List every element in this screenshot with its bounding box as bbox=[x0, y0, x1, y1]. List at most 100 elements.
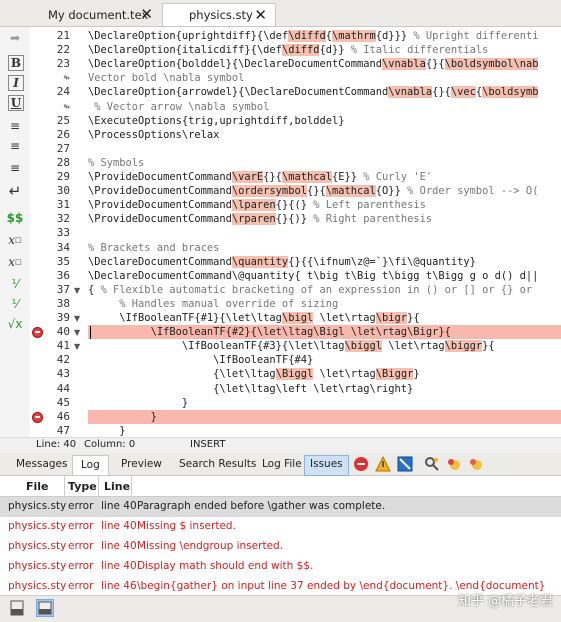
error-marker-bar bbox=[35, 331, 40, 334]
column-header-file[interactable]: File bbox=[26, 480, 49, 493]
fold-toggle-icon[interactable]: ▼ bbox=[74, 328, 80, 337]
tab-label: My document.tex bbox=[48, 7, 149, 22]
align-left-icon[interactable]: ≡ bbox=[5, 117, 25, 135]
tab-search-results[interactable]: Search Results bbox=[179, 458, 256, 470]
code-line[interactable]: \DeclareDocumentCommand\@quantity{ t\big… bbox=[88, 269, 538, 283]
code-line[interactable]: \IfBooleanTF{#4} bbox=[88, 353, 313, 367]
code-text: {O}} bbox=[375, 185, 408, 198]
code-text: } bbox=[181, 396, 189, 409]
code-text: {E}} bbox=[332, 171, 364, 183]
align-center-icon[interactable]: ≡ bbox=[5, 137, 25, 155]
error-marker-icon[interactable] bbox=[32, 411, 43, 423]
code-line[interactable]: {\let\ltag\Biggl \let\rtag\Biggr} bbox=[88, 367, 420, 381]
line-number: 27 bbox=[56, 141, 70, 155]
newline-icon[interactable]: ↵ bbox=[5, 182, 25, 200]
subscript-icon[interactable]: x □ bbox=[5, 231, 25, 249]
code-line[interactable]: \DeclareOption{italicdiff}{\def\diffd{d}… bbox=[88, 43, 488, 57]
code-line[interactable]: % Brackets and braces bbox=[88, 241, 219, 255]
issues-toggle[interactable]: Issues bbox=[304, 455, 349, 476]
close-icon[interactable]: ✕ bbox=[254, 6, 267, 24]
code-line[interactable]: \ProvideDocumentCommand\ordersymbol{}{\m… bbox=[88, 184, 538, 198]
fold-toggle-icon[interactable]: ▼ bbox=[74, 342, 80, 351]
code-text: \DeclareOption{italicdiff}{\def bbox=[88, 44, 282, 57]
underline-icon[interactable]: U bbox=[8, 95, 24, 111]
tab-my-document[interactable]: My document.tex ✕ bbox=[38, 3, 161, 26]
code-line[interactable]: \ProvideDocumentCommand\varE{}{\mathcal{… bbox=[88, 170, 432, 184]
line-number: 24 bbox=[56, 85, 70, 99]
code-line[interactable]: } bbox=[88, 396, 188, 410]
highlighted-token: \varE bbox=[231, 171, 264, 183]
code-line[interactable]: } bbox=[88, 410, 157, 424]
align-right-icon[interactable]: ≡ bbox=[5, 159, 25, 177]
code-line[interactable]: } bbox=[88, 424, 125, 437]
code-editor[interactable]: \DeclareOption{uprightdiff}{\def\diffd{\… bbox=[88, 27, 561, 437]
structure-panel-icon[interactable] bbox=[10, 600, 24, 616]
cell-line: line 46 bbox=[101, 580, 137, 592]
code-line[interactable]: \DeclareOption{bolddel}{\DeclareDocument… bbox=[88, 57, 539, 71]
fraction-icon[interactable]: ⅟ bbox=[5, 275, 25, 293]
line-number: 45 bbox=[56, 395, 70, 409]
tab-preview[interactable]: Preview bbox=[121, 458, 162, 470]
code-line[interactable]: { % Flexible automatic bracketing of an … bbox=[88, 283, 532, 297]
arrow-right-icon[interactable]: ➡ bbox=[5, 29, 25, 47]
italic-icon[interactable]: I bbox=[8, 75, 24, 91]
tab-log[interactable]: Log bbox=[72, 455, 109, 475]
code-comment: % Upright differenti bbox=[413, 30, 539, 42]
table-row[interactable]: physics.sty error line 40 Missing \endgroup… bbox=[0, 537, 561, 557]
messages-panel-icon[interactable] bbox=[36, 599, 54, 617]
log-file-toggle[interactable]: Log File bbox=[262, 458, 302, 470]
line-number: 42 bbox=[56, 353, 70, 367]
line-number: 40 bbox=[56, 325, 70, 339]
table-row[interactable]: physics.sty error line 40 Paragraph ended b… bbox=[0, 497, 561, 517]
code-line[interactable]: \IfBooleanTF{#1}{\let\ltag\bigl \let\rta… bbox=[88, 311, 420, 325]
superscript-icon[interactable]: x □ bbox=[5, 253, 25, 271]
line-number: 44 bbox=[56, 381, 70, 395]
badbox-filter-icon[interactable] bbox=[397, 456, 413, 472]
code-line[interactable]: \ExecuteOptions{trig,uprightdiff,bolddel… bbox=[88, 114, 344, 128]
next-issue-icon[interactable] bbox=[468, 456, 484, 472]
code-text: \ExecuteOptions{trig,uprightdiff,bolddel… bbox=[88, 114, 345, 127]
highlighted-token: \biggr bbox=[444, 340, 483, 353]
code-line[interactable]: % Symbols bbox=[88, 156, 144, 170]
code-line[interactable]: % Vector arrow \nabla symbol bbox=[88, 100, 269, 114]
code-line[interactable]: \DeclareOption{uprightdiff}{\def\diffd{\… bbox=[88, 29, 538, 43]
fold-toggle-icon[interactable]: ▼ bbox=[74, 286, 80, 295]
bold-icon[interactable]: B bbox=[8, 55, 24, 71]
code-text: \let\rtag bbox=[382, 340, 445, 353]
code-line[interactable]: \IfBooleanTF{#2}{\let\ltag\Bigl \let\rta… bbox=[88, 325, 451, 339]
highlighted-token: \Biggr bbox=[375, 368, 414, 381]
previous-issue-icon[interactable] bbox=[446, 456, 462, 472]
fold-toggle-icon[interactable]: ▼ bbox=[74, 314, 80, 323]
code-line[interactable]: \ProvideDocumentCommand\rparen{}{)} % Ri… bbox=[88, 212, 432, 226]
highlighted-token: \Biggl bbox=[275, 368, 314, 381]
code-line[interactable]: \DeclareOption{arrowdel}{\DeclareDocumen… bbox=[88, 85, 539, 99]
close-icon[interactable]: ✕ bbox=[140, 5, 153, 23]
tab-messages[interactable]: Messages bbox=[16, 458, 68, 470]
tab-physics-sty[interactable]: physics.sty ✕ bbox=[162, 3, 276, 26]
warnings-filter-icon[interactable] bbox=[375, 456, 391, 472]
code-line[interactable]: \IfBooleanTF{#3}{\let\ltag\biggl \let\rt… bbox=[88, 339, 495, 353]
errors-filter-icon[interactable] bbox=[353, 456, 369, 472]
code-line[interactable]: {\let\ltag\left \let\rtag\right} bbox=[88, 382, 413, 396]
code-line[interactable]: Vector bold \nabla symbol bbox=[88, 71, 244, 85]
column-header-line[interactable]: Line bbox=[104, 480, 130, 493]
column-header-type[interactable]: Type bbox=[68, 480, 97, 493]
code-comment: % Symbols bbox=[88, 156, 145, 169]
code-line[interactable]: \DeclareDocumentCommand\quantity{}{{\ifn… bbox=[88, 255, 476, 269]
table-row[interactable]: physics.sty error line 40 Display math shou… bbox=[0, 557, 561, 577]
search-log-icon[interactable] bbox=[424, 456, 440, 472]
code-line[interactable]: % Handles manual override of sizing bbox=[88, 297, 338, 311]
highlighted-token: \vec bbox=[450, 86, 476, 99]
table-row[interactable]: physics.sty error line 40 Missing $ inserte… bbox=[0, 517, 561, 537]
edit-mode: INSERT bbox=[190, 439, 226, 450]
code-line[interactable]: \ProcessOptions\relax bbox=[88, 128, 219, 142]
sqrt-icon[interactable]: √x bbox=[5, 315, 25, 333]
math-mode-icon[interactable]: $$ bbox=[5, 209, 25, 227]
highlighted-token: \mathrm bbox=[332, 30, 376, 42]
code-comment: % Vector arrow \nabla symbol bbox=[94, 100, 270, 113]
code-comment: % Brackets and braces bbox=[88, 241, 220, 254]
cell-msg: Paragraph ended before \gather was compl… bbox=[137, 500, 386, 512]
code-line[interactable]: \ProvideDocumentCommand\lparen{}{(} % Le… bbox=[88, 198, 426, 212]
code-text: {}{ bbox=[432, 86, 451, 99]
dfrac-icon[interactable]: ⅟ bbox=[5, 295, 25, 313]
